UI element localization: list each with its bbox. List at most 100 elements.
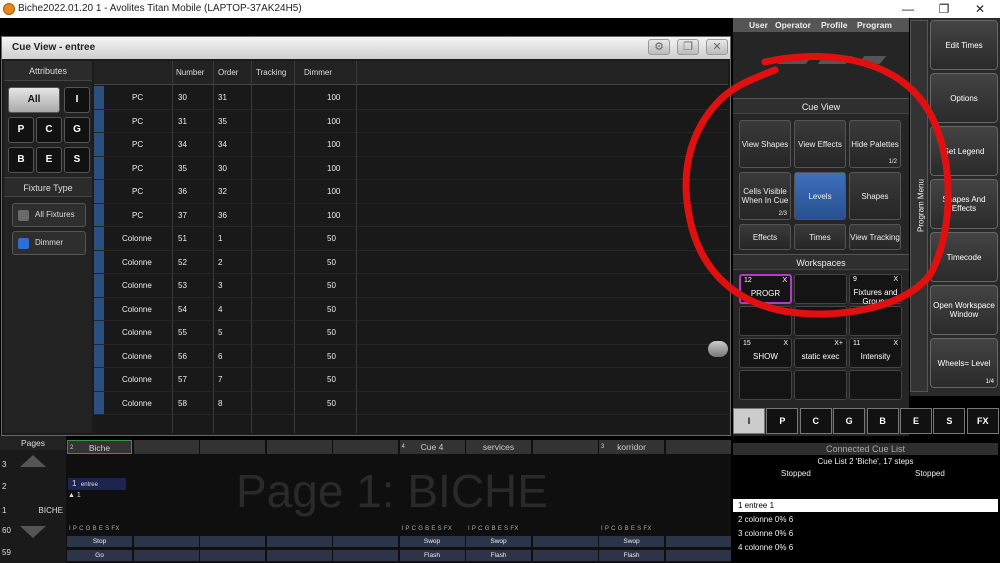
workspace-close-icon[interactable]: X+ bbox=[834, 340, 843, 347]
cue-list-row[interactable]: 1 entree 1 bbox=[733, 499, 998, 512]
table-row[interactable]: Colonne 52 2 50 bbox=[94, 250, 728, 274]
attr-c-button[interactable]: C bbox=[36, 117, 62, 143]
table-row[interactable]: PC 34 34 100 bbox=[94, 133, 728, 157]
close-button[interactable]: ✕ bbox=[962, 1, 998, 17]
workspace-button[interactable] bbox=[739, 370, 792, 400]
playback-go-button[interactable]: Flash bbox=[399, 550, 465, 561]
attribute-bank-button[interactable]: G bbox=[833, 408, 866, 434]
attr-i-button[interactable]: I bbox=[64, 87, 90, 113]
playback-header[interactable]: 4 Cue 4 bbox=[399, 440, 465, 454]
all-fixtures-button[interactable]: All Fixtures bbox=[12, 203, 86, 227]
table-row[interactable]: PC 36 32 100 bbox=[94, 180, 728, 204]
order-cell: 6 bbox=[218, 351, 223, 361]
page-row[interactable]: 1 BICHE bbox=[0, 500, 66, 522]
table-row[interactable]: Colonne 53 3 50 bbox=[94, 274, 728, 298]
tab-program[interactable]: Program bbox=[857, 20, 892, 30]
playback-top-button[interactable]: Swop bbox=[466, 536, 531, 547]
table-row[interactable]: Colonne 58 8 50 bbox=[94, 391, 728, 415]
attr-all-button[interactable]: All bbox=[8, 87, 60, 113]
playback-header[interactable]: services bbox=[466, 440, 531, 454]
cue-list-row[interactable]: 4 colonne 0% 6 bbox=[733, 541, 998, 554]
playback-header[interactable] bbox=[333, 440, 398, 454]
table-row[interactable]: PC 37 36 100 bbox=[94, 203, 728, 227]
table-row[interactable]: PC 31 35 100 bbox=[94, 109, 728, 133]
attribute-bank-button[interactable]: E bbox=[900, 408, 932, 434]
playback-top-button[interactable] bbox=[333, 536, 398, 547]
attr-g-button[interactable]: G bbox=[64, 117, 90, 143]
tab-operator[interactable]: Operator bbox=[775, 20, 811, 30]
playback-top-button[interactable] bbox=[665, 536, 731, 547]
playback-header[interactable]: 3 korridor bbox=[599, 440, 664, 454]
playback-go-button[interactable]: Go bbox=[67, 550, 132, 561]
playback-go-button[interactable] bbox=[532, 550, 598, 561]
program-menu-button[interactable]: Wheels= Level 1/4 bbox=[930, 338, 998, 388]
table-row[interactable]: Colonne 56 6 50 bbox=[94, 344, 728, 368]
workspace-button[interactable] bbox=[849, 370, 902, 400]
page-number: 3 bbox=[2, 460, 7, 469]
dimmer-fixture-button[interactable]: Dimmer bbox=[12, 231, 86, 255]
attribute-bank-button[interactable]: C bbox=[799, 408, 832, 434]
tab-user[interactable]: User bbox=[749, 20, 768, 30]
cue-list-row[interactable]: 2 colonne 0% 6 bbox=[733, 513, 998, 526]
attr-s-button[interactable]: S bbox=[64, 147, 90, 173]
dimmer-cell: 50 bbox=[327, 234, 336, 243]
workspace-close-icon[interactable]: X bbox=[783, 340, 788, 347]
workspace-close-icon[interactable]: X bbox=[893, 340, 898, 347]
playback-top-button[interactable]: Swop bbox=[599, 536, 664, 547]
workspace-button[interactable]: 15 X SHOW bbox=[739, 338, 792, 368]
playback-go-button[interactable] bbox=[266, 550, 332, 561]
playback-top-button[interactable] bbox=[266, 536, 332, 547]
page-row[interactable]: 59 bbox=[0, 542, 66, 563]
attribute-bank-button[interactable]: P bbox=[766, 408, 799, 434]
attr-p-button[interactable]: P bbox=[8, 117, 34, 143]
table-row[interactable]: Colonne 51 1 50 bbox=[94, 227, 728, 251]
settings-gear-icon[interactable]: ⚙ bbox=[648, 39, 670, 55]
playback-top-button[interactable] bbox=[133, 536, 199, 547]
playback-header[interactable] bbox=[266, 440, 332, 454]
playback-top-button[interactable] bbox=[532, 536, 598, 547]
playback-go-button[interactable]: Flash bbox=[599, 550, 664, 561]
attribute-bank-button[interactable]: I bbox=[733, 408, 765, 434]
playback-header[interactable] bbox=[200, 440, 265, 454]
page-row[interactable]: 3 bbox=[0, 454, 66, 476]
page-row[interactable]: 60 bbox=[0, 520, 66, 542]
attr-b-button[interactable]: B bbox=[8, 147, 34, 173]
current-cue-box[interactable]: 1 entree bbox=[68, 478, 126, 490]
playback-header[interactable] bbox=[133, 440, 199, 454]
attribute-bank-row: I P C G B E S FX bbox=[733, 408, 1000, 434]
playback-go-button[interactable] bbox=[133, 550, 199, 561]
playback-header[interactable] bbox=[532, 440, 598, 454]
playback-top-button[interactable] bbox=[200, 536, 265, 547]
minimize-button[interactable]: — bbox=[890, 1, 926, 17]
attribute-bank-button[interactable]: FX bbox=[966, 408, 999, 434]
order-cell: 31 bbox=[218, 93, 227, 102]
tab-profile[interactable]: Profile bbox=[821, 20, 847, 30]
cue-view-title: Cue View - entree bbox=[12, 42, 96, 53]
workspace-button[interactable]: X+ static exec bbox=[794, 338, 847, 368]
table-row[interactable]: PC 30 31 100 bbox=[94, 86, 728, 110]
workspace-button[interactable]: 11 X Intensity bbox=[849, 338, 902, 368]
attribute-bank-button[interactable]: B bbox=[866, 408, 899, 434]
table-row[interactable]: Colonne 54 4 50 bbox=[94, 297, 728, 321]
restore-button[interactable]: ❐ bbox=[926, 1, 962, 17]
table-row[interactable]: Colonne 55 5 50 bbox=[94, 321, 728, 345]
playback-header[interactable]: 2 Biche bbox=[67, 440, 132, 454]
dimmer-cell: 50 bbox=[327, 328, 336, 337]
table-row[interactable]: PC 35 30 100 bbox=[94, 156, 728, 180]
cue-list-row[interactable]: 3 colonne 0% 6 bbox=[733, 527, 998, 540]
playback-header[interactable] bbox=[665, 440, 731, 454]
row-color-bar bbox=[94, 368, 104, 391]
grid-scroll-handle[interactable] bbox=[708, 341, 728, 357]
playback-top-button[interactable]: Swop bbox=[399, 536, 465, 547]
attr-e-button[interactable]: E bbox=[36, 147, 62, 173]
workspace-button[interactable] bbox=[794, 370, 847, 400]
playback-go-button[interactable] bbox=[665, 550, 731, 561]
table-row[interactable]: Colonne 57 7 50 bbox=[94, 368, 728, 392]
playback-attribute-strip: I P C G B E S FX bbox=[69, 526, 120, 532]
playback-go-button[interactable] bbox=[333, 550, 398, 561]
attribute-bank-button[interactable]: S bbox=[933, 408, 966, 434]
playback-go-button[interactable]: Flash bbox=[466, 550, 531, 561]
page-row[interactable]: 2 bbox=[0, 476, 66, 498]
playback-top-button[interactable]: Stop bbox=[67, 536, 132, 547]
playback-go-button[interactable] bbox=[200, 550, 265, 561]
